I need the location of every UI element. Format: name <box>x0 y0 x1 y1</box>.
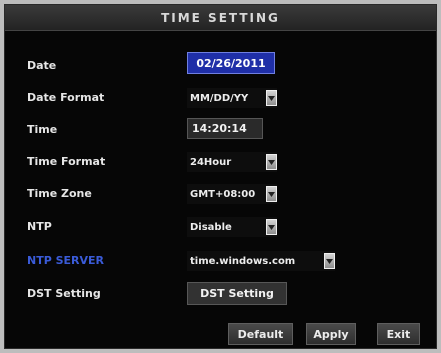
dst-setting-label: DST Setting <box>27 287 101 300</box>
ntp-server-value: time.windows.com <box>190 255 296 267</box>
exit-button[interactable]: Exit <box>377 323 420 345</box>
date-field[interactable]: 02/26/2011 <box>187 52 275 74</box>
chevron-down-icon[interactable] <box>324 253 335 269</box>
ntp-value: Disable <box>190 221 232 233</box>
date-format-label: Date Format <box>27 91 105 104</box>
date-format-value: MM/DD/YY <box>190 92 249 104</box>
chevron-down-icon[interactable] <box>266 219 277 235</box>
time-zone-select[interactable]: GMT+08:00 <box>187 184 277 204</box>
default-button[interactable]: Default <box>228 323 293 345</box>
time-label: Time <box>27 123 58 136</box>
date-label: Date <box>27 59 57 72</box>
time-setting-dialog: TIME SETTING Date 02/26/2011 Date Format… <box>4 4 437 349</box>
ntp-select[interactable]: Disable <box>187 217 277 237</box>
time-format-value: 24Hour <box>190 156 232 168</box>
time-format-label: Time Format <box>27 155 106 168</box>
time-zone-label: Time Zone <box>27 187 92 200</box>
chevron-down-icon[interactable] <box>266 90 277 106</box>
time-zone-value: GMT+08:00 <box>190 188 256 200</box>
ntp-server-select[interactable]: time.windows.com <box>187 251 335 271</box>
date-format-select[interactable]: MM/DD/YY <box>187 88 277 108</box>
chevron-down-icon[interactable] <box>266 186 277 202</box>
dialog-title: TIME SETTING <box>5 5 436 31</box>
chevron-down-icon[interactable] <box>266 154 277 170</box>
time-field[interactable]: 14:20:14 <box>187 118 263 139</box>
dst-setting-button[interactable]: DST Setting <box>187 282 287 305</box>
ntp-server-label: NTP SERVER <box>27 254 105 267</box>
time-format-select[interactable]: 24Hour <box>187 152 277 172</box>
ntp-label: NTP <box>27 220 52 233</box>
apply-button[interactable]: Apply <box>306 323 356 345</box>
